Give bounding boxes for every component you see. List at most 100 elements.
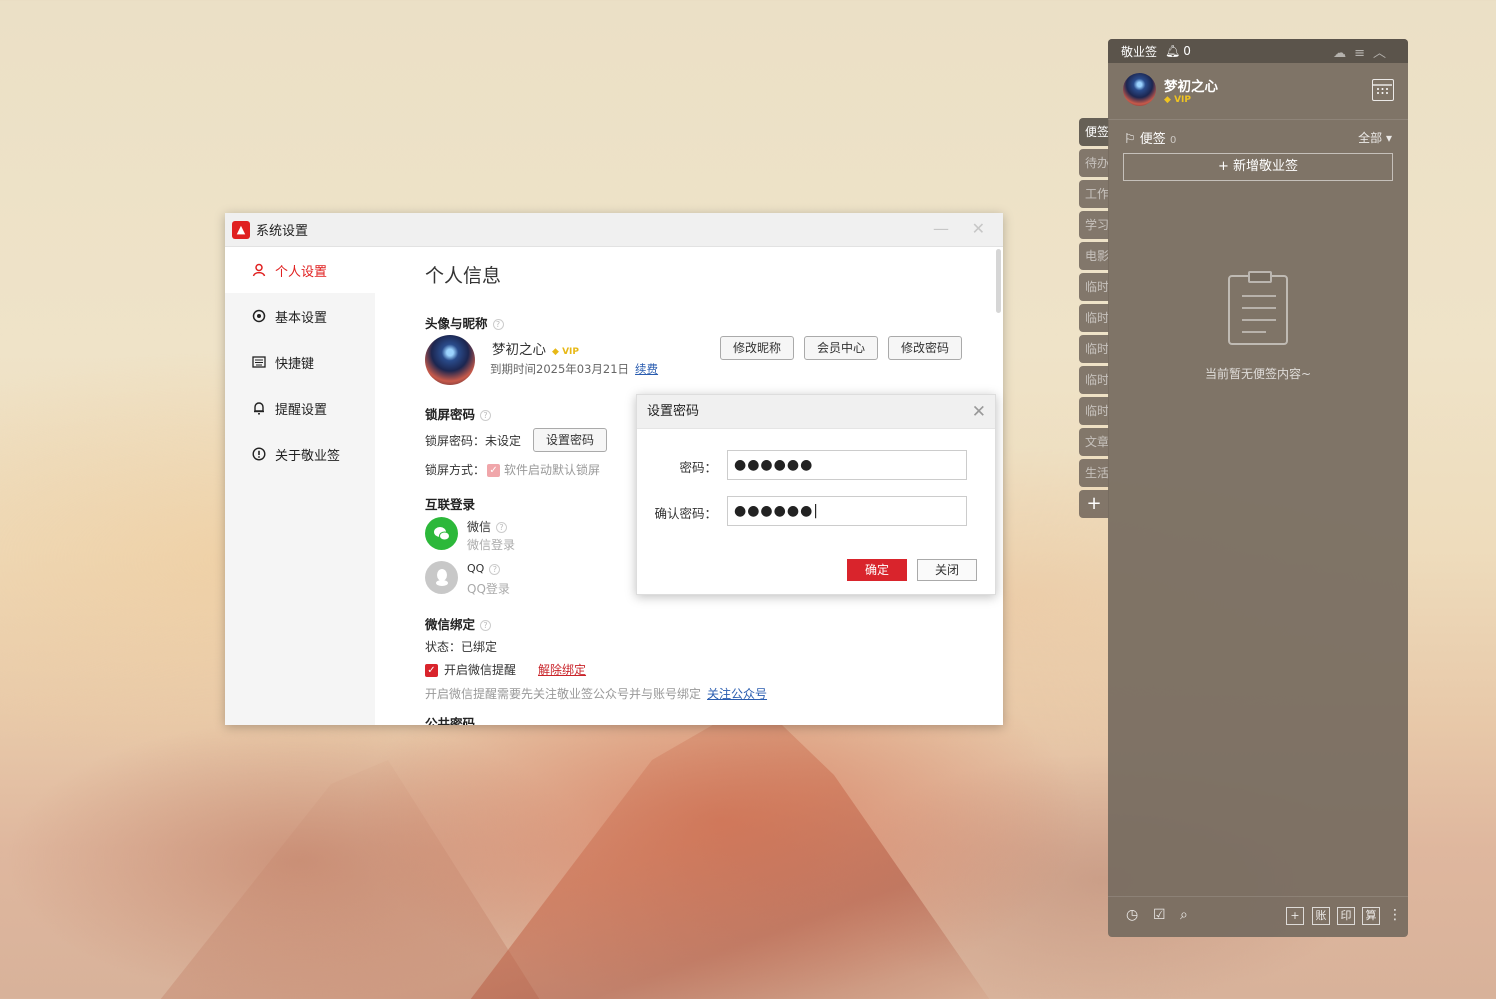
set-password-button[interactable]: 设置密码: [533, 428, 607, 452]
collapse-icon[interactable]: ︿: [1373, 46, 1394, 61]
filter-text: 全部: [1358, 131, 1383, 145]
wechat-hint-row: 开启微信提醒需要先关注敬业签公众号并与账号绑定 关注公众号: [425, 685, 767, 702]
app-logo-icon: ▲: [232, 220, 250, 239]
sidebar-item-label: 基本设置: [275, 310, 328, 326]
calculator-icon[interactable]: 算: [1362, 907, 1380, 925]
print-icon[interactable]: 印: [1337, 907, 1355, 925]
close-button[interactable]: 关闭: [917, 559, 977, 581]
help-icon[interactable]: ?: [496, 522, 508, 533]
bookmark-icon: ⚐: [1124, 132, 1136, 147]
window-titlebar: ▲ 系统设置 — ✕: [225, 213, 1003, 247]
window-title: 系统设置: [256, 224, 309, 239]
password-input[interactable]: ●●●●●●: [727, 450, 967, 480]
clipboard-line: [1242, 319, 1276, 321]
minimize-icon[interactable]: —: [933, 219, 949, 238]
lock-on-start-checkbox[interactable]: ✓: [487, 464, 501, 477]
tab-study[interactable]: 学习: [1079, 211, 1109, 239]
wechat-reminder-row: ✓ 开启微信提醒 解除绑定: [425, 661, 586, 678]
tab-temp[interactable]: 临时: [1079, 304, 1109, 332]
confirm-password-input[interactable]: ●●●●●●|: [727, 496, 967, 526]
follow-account-link[interactable]: 关注公众号: [707, 687, 767, 701]
page-title: 个人信息: [425, 265, 502, 287]
nickname: 梦初之心 ◆ VIP: [492, 338, 579, 358]
bell-icon: [251, 400, 267, 416]
calendar-icon[interactable]: [1372, 79, 1394, 101]
wechat-reminder-checkbox[interactable]: ✓: [425, 664, 438, 677]
tab-movie[interactable]: 电影: [1079, 242, 1109, 270]
vip-badge: ◆ VIP: [552, 347, 579, 357]
divider: [1108, 119, 1408, 120]
bell-count: 0: [1183, 44, 1191, 58]
tab-temp[interactable]: 临时: [1079, 273, 1109, 301]
help-icon[interactable]: ?: [480, 620, 492, 631]
keyboard-icon: [251, 354, 267, 370]
tab-work[interactable]: 工作: [1079, 180, 1109, 208]
tab-life[interactable]: 生活: [1079, 459, 1109, 487]
info-icon: [251, 446, 267, 462]
new-note-button[interactable]: + 新增敬业签: [1123, 153, 1393, 181]
cloud-icon[interactable]: ☁: [1333, 46, 1354, 61]
tab-notes[interactable]: 便签: [1079, 118, 1109, 146]
clipboard-line: [1242, 331, 1266, 333]
panel-app-name: 敬业签: [1121, 44, 1158, 59]
menu-icon[interactable]: ≡: [1354, 46, 1373, 61]
tab-temp[interactable]: 临时: [1079, 397, 1109, 425]
add-icon[interactable]: +: [1286, 907, 1304, 925]
confirm-password-label: 确认密码：: [654, 506, 717, 521]
sidebar-item-reminder[interactable]: 提醒设置: [225, 385, 375, 431]
sidebar-item-about[interactable]: 关于敬业签: [225, 431, 375, 477]
login-section-title: 互联登录: [425, 497, 476, 512]
cut-off-section-title: 公共密码: [425, 716, 476, 725]
checklist-icon[interactable]: ☑: [1153, 907, 1166, 923]
sidebar-item-label: 快捷键: [275, 356, 315, 372]
avatar[interactable]: [425, 335, 475, 385]
confirm-button[interactable]: 确定: [847, 559, 907, 581]
section-title-text: 头像与昵称: [425, 316, 488, 331]
qq-login-status[interactable]: QQ登录: [467, 580, 510, 597]
close-icon[interactable]: ✕: [972, 395, 986, 429]
account-icon[interactable]: 账: [1312, 907, 1330, 925]
filter-dropdown[interactable]: 全部 ▾: [1358, 129, 1392, 146]
search-icon[interactable]: ⌕: [1180, 907, 1188, 923]
tab-temp[interactable]: 临时: [1079, 335, 1109, 363]
section-title-text: 锁屏密码: [425, 407, 476, 422]
member-center-button[interactable]: 会员中心: [804, 336, 878, 360]
unbind-link[interactable]: 解除绑定: [538, 663, 586, 677]
background-mountain: [470, 700, 990, 999]
sidebar-item-personal[interactable]: 个人设置: [225, 247, 375, 293]
clock-icon[interactable]: ◷: [1126, 907, 1138, 923]
lock-mode-option: 软件启动默认锁屏: [504, 463, 601, 477]
close-icon[interactable]: ✕: [972, 219, 985, 238]
wechat-icon: [425, 517, 458, 550]
clipboard-icon: [1228, 271, 1288, 345]
edit-nickname-button[interactable]: 修改昵称: [720, 336, 794, 360]
sidebar-item-basic[interactable]: 基本设置: [225, 293, 375, 339]
avatar[interactable]: [1123, 73, 1156, 106]
divider: [1108, 896, 1408, 897]
help-icon[interactable]: ?: [489, 563, 501, 575]
notes-category-label: ⚐ 便签 0: [1124, 128, 1176, 147]
sidebar-item-shortcut[interactable]: 快捷键: [225, 339, 375, 385]
tab-article[interactable]: 文章: [1079, 428, 1109, 456]
more-icon[interactable]: ⋮: [1388, 907, 1402, 923]
sidebar-item-label: 关于敬业签: [275, 448, 341, 464]
help-icon[interactable]: ?: [492, 319, 504, 330]
scrollbar[interactable]: [996, 249, 1001, 313]
wechat-login-status[interactable]: 微信登录: [467, 536, 515, 553]
lock-section-title: 锁屏密码?: [425, 404, 492, 423]
user-icon: [251, 262, 267, 278]
tab-todo[interactable]: 待办: [1079, 149, 1109, 177]
wechat-login-name: 微信?: [467, 518, 508, 535]
add-tab-button[interactable]: +: [1079, 490, 1109, 518]
renew-link[interactable]: 续费: [635, 362, 658, 376]
expire-text: 到期时间2025年03月21日: [490, 362, 630, 376]
nickname-text: 梦初之心: [492, 342, 546, 358]
settings-icon: [251, 308, 267, 324]
bell-icon[interactable]: 🔔︎: [1165, 44, 1180, 58]
print-glyph: 印: [1337, 907, 1355, 925]
tab-temp[interactable]: 临时: [1079, 366, 1109, 394]
wechat-bind-title: 微信绑定?: [425, 614, 492, 633]
help-icon[interactable]: ?: [480, 410, 492, 421]
chevron-down-icon: ▾: [1385, 131, 1392, 145]
change-password-button[interactable]: 修改密码: [888, 336, 962, 360]
